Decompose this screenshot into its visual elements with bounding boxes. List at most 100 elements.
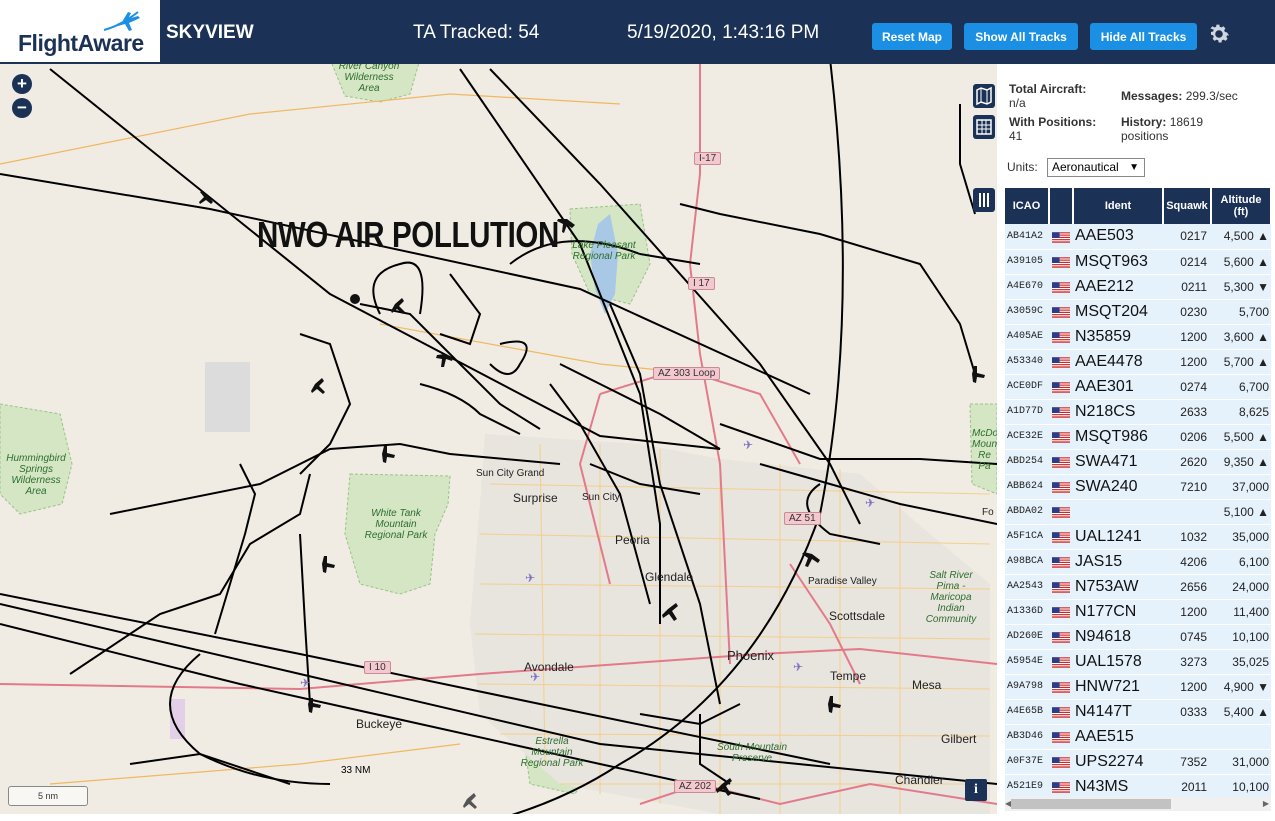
table-row[interactable]: A5954E UAL1578 3273 35,025 <box>1005 649 1271 675</box>
column-header-squawk[interactable]: Squawk <box>1163 188 1212 224</box>
flightaware-logo[interactable]: FlightAware <box>0 0 160 64</box>
table-row[interactable]: AA2543 N753AW 2656 24,000 <box>1005 574 1271 600</box>
column-header-altitude[interactable]: Altitude (ft) <box>1211 188 1272 224</box>
table-row[interactable]: A405AE N35859 1200 3,600 ▲ <box>1005 324 1271 350</box>
city-label: Phoenix <box>727 648 774 663</box>
us-flag-icon <box>1052 732 1070 743</box>
table-row[interactable]: ABD254 SWA471 2620 9,350 ▲ <box>1005 449 1271 475</box>
altitude-cell: 10,100 <box>1211 774 1271 800</box>
table-row[interactable]: A521E9 N43MS 2011 10,100 <box>1005 774 1271 800</box>
with-positions-stat: With Positions: 41 <box>1009 115 1096 143</box>
flag-cell <box>1049 774 1073 800</box>
icao-cell: A5954E <box>1005 649 1049 675</box>
table-row[interactable]: AB3D46 AAE515 <box>1005 724 1271 750</box>
us-flag-icon <box>1052 557 1070 568</box>
messages-label: Messages: <box>1121 89 1183 103</box>
total-aircraft-label: Total Aircraft: <box>1009 82 1087 96</box>
svg-text:✈: ✈ <box>300 676 310 690</box>
city-label: Avondale <box>524 660 574 674</box>
us-flag-icon <box>1052 657 1070 668</box>
scrollbar-thumb[interactable] <box>1011 799 1171 809</box>
park-label: White Tank Mountain Regional Park <box>364 508 428 541</box>
flag-cell <box>1049 549 1073 575</box>
table-row[interactable]: A4E65B N4147T 0333 5,400 ▲ <box>1005 699 1271 725</box>
flight-map[interactable]: ✈ ✈ ✈ ✈ ✈ ✈ River Canyon Wilderness Area… <box>0 64 997 814</box>
columns-button[interactable] <box>973 188 995 212</box>
hide-all-tracks-button[interactable]: Hide All Tracks <box>1090 23 1197 50</box>
table-row[interactable]: A39105 MSQT963 0214 5,600 ▲ <box>1005 249 1271 275</box>
flag-cell <box>1049 349 1073 375</box>
flag-cell <box>1049 374 1073 400</box>
history-value: 18619 <box>1169 115 1204 129</box>
gear-icon[interactable] <box>1206 21 1232 47</box>
zoom-out-button[interactable]: − <box>12 98 32 118</box>
table-row[interactable]: A98BCA JAS15 4206 6,100 <box>1005 549 1271 575</box>
squawk-cell: 7352 <box>1163 749 1211 775</box>
flag-cell <box>1049 399 1073 425</box>
table-row[interactable]: AD260E N94618 0745 10,100 <box>1005 624 1271 650</box>
city-label: Scottsdale <box>829 609 886 623</box>
city-label: Peoria <box>615 533 650 547</box>
altitude-cell: 5,700 <box>1211 299 1271 325</box>
column-header-ident[interactable]: Ident <box>1073 188 1164 224</box>
reset-map-button[interactable]: Reset Map <box>872 23 952 50</box>
info-button[interactable]: i <box>965 779 987 801</box>
table-row[interactable]: ACE0DF AAE301 0274 6,700 <box>1005 374 1271 400</box>
table-row[interactable]: A3059C MSQT204 0230 5,700 <box>1005 299 1271 325</box>
city-label: Fo <box>982 507 994 518</box>
park-label: Estrella Mountain Regional Park <box>520 736 584 769</box>
horizontal-scrollbar[interactable]: ◀ ▶ <box>1005 797 1271 811</box>
table-row[interactable]: A53340 AAE4478 1200 5,700 ▲ <box>1005 349 1271 375</box>
icao-cell: ABDA02 <box>1005 499 1049 525</box>
flag-cell <box>1049 724 1073 750</box>
city-label: Sun City Grand <box>476 468 545 479</box>
grid-button[interactable] <box>973 115 995 139</box>
column-header-flag[interactable] <box>1049 188 1074 224</box>
scroll-right-icon[interactable]: ▶ <box>1263 797 1269 811</box>
show-all-tracks-button[interactable]: Show All Tracks <box>964 23 1078 50</box>
ident-cell <box>1073 499 1163 525</box>
column-header-icao[interactable]: ICAO <box>1005 188 1050 224</box>
ident-cell: UAL1241 <box>1073 524 1163 550</box>
altitude-cell: 5,500 ▲ <box>1211 424 1271 450</box>
squawk-cell: 2011 <box>1163 774 1211 800</box>
city-label: Tempe <box>830 669 867 683</box>
altitude-cell: 24,000 <box>1211 574 1271 600</box>
squawk-cell: 1200 <box>1163 349 1211 375</box>
table-row[interactable]: A1D77D N218CS 2633 8,625 <box>1005 399 1271 425</box>
table-row[interactable]: ABB624 SWA240 7210 37,000 <box>1005 474 1271 500</box>
svg-text:✈: ✈ <box>865 496 875 510</box>
altitude-cell: 10,100 <box>1211 624 1271 650</box>
table-row[interactable]: A0F37E UPS2274 7352 31,000 <box>1005 749 1271 775</box>
park-label: Hummingbird Springs Wilderness Area <box>6 453 66 497</box>
table-row[interactable]: ABDA02 5,100 ▲ <box>1005 499 1271 525</box>
icao-cell: ACE32E <box>1005 424 1049 450</box>
table-row[interactable]: A5F1CA UAL1241 1032 35,000 <box>1005 524 1271 550</box>
table-row[interactable]: A1336D N177CN 1200 11,400 <box>1005 599 1271 625</box>
units-select[interactable]: Aeronautical ▼ <box>1047 158 1145 177</box>
us-flag-icon <box>1052 407 1070 418</box>
ident-cell: N43MS <box>1073 774 1163 800</box>
aircraft-table-body: AB41A2 AAE503 0217 4,500 ▲ A39105 MSQT963 0214… <box>1005 224 1271 800</box>
ident-cell: N753AW <box>1073 574 1163 600</box>
ident-cell: N35859 <box>1073 324 1163 350</box>
city-label: Buckeye <box>356 717 403 731</box>
map-layers-button[interactable] <box>973 84 995 108</box>
icao-cell: AB3D46 <box>1005 724 1049 750</box>
table-row[interactable]: AB41A2 AAE503 0217 4,500 ▲ <box>1005 224 1271 250</box>
icao-cell: AA2543 <box>1005 574 1049 600</box>
table-row[interactable]: A4E670 AAE212 0211 5,300 ▼ <box>1005 274 1271 300</box>
table-row[interactable]: ACE32E MSQT986 0206 5,500 ▲ <box>1005 424 1271 450</box>
city-label: Surprise <box>513 491 558 505</box>
altitude-cell <box>1211 724 1271 750</box>
table-row[interactable]: A9A798 HNW721 1200 4,900 ▼ <box>1005 674 1271 700</box>
us-flag-icon <box>1052 707 1070 718</box>
zoom-in-button[interactable]: + <box>12 74 32 94</box>
flag-cell <box>1049 424 1073 450</box>
range-ring-label: 33 NM <box>341 765 371 776</box>
altitude-cell: 9,350 ▲ <box>1211 449 1271 475</box>
road-shield: I 17 <box>688 277 715 290</box>
ident-cell: AAE503 <box>1073 224 1163 250</box>
squawk-cell: 0217 <box>1163 224 1211 250</box>
ident-cell: AAE301 <box>1073 374 1163 400</box>
